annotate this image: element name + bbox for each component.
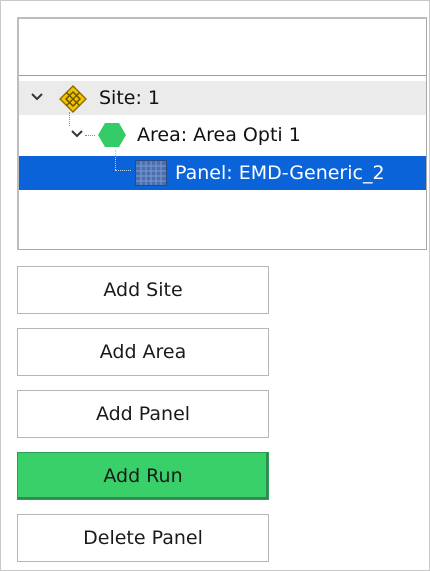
area-hexagon-icon bbox=[98, 123, 126, 147]
add-panel-button[interactable]: Add Panel bbox=[17, 390, 269, 438]
add-area-button[interactable]: Add Area bbox=[17, 328, 269, 376]
site-diamond-icon bbox=[59, 85, 87, 113]
tree-node-area[interactable]: Area: Area Opti 1 bbox=[19, 112, 426, 152]
tree-node-site[interactable]: Site: 1 bbox=[19, 81, 426, 115]
delete-panel-button[interactable]: Delete Panel bbox=[17, 514, 269, 562]
app-frame: Site: 1 Area: Area Opti 1 Panel: EMD-Gen… bbox=[0, 0, 430, 571]
add-site-button[interactable]: Add Site bbox=[17, 266, 269, 314]
tree-connector bbox=[115, 150, 116, 170]
tree-connector bbox=[115, 170, 131, 171]
panel-grid-icon bbox=[135, 160, 167, 186]
tree-connector bbox=[69, 112, 70, 126]
site-tree[interactable]: Site: 1 Area: Area Opti 1 Panel: EMD-Gen… bbox=[17, 17, 427, 250]
tree-node-site-label: Site: 1 bbox=[99, 87, 161, 109]
chevron-down-icon[interactable] bbox=[69, 126, 85, 142]
add-run-button[interactable]: Add Run bbox=[17, 452, 269, 500]
tree-node-panel-selected[interactable]: Panel: EMD-Generic_2 bbox=[19, 150, 426, 190]
tree-node-area-label: Area: Area Opti 1 bbox=[137, 124, 301, 146]
tree-node-panel-label: Panel: EMD-Generic_2 bbox=[175, 162, 385, 184]
chevron-down-icon[interactable] bbox=[29, 89, 45, 105]
tree-header bbox=[19, 19, 426, 76]
tree-connector bbox=[85, 135, 95, 136]
